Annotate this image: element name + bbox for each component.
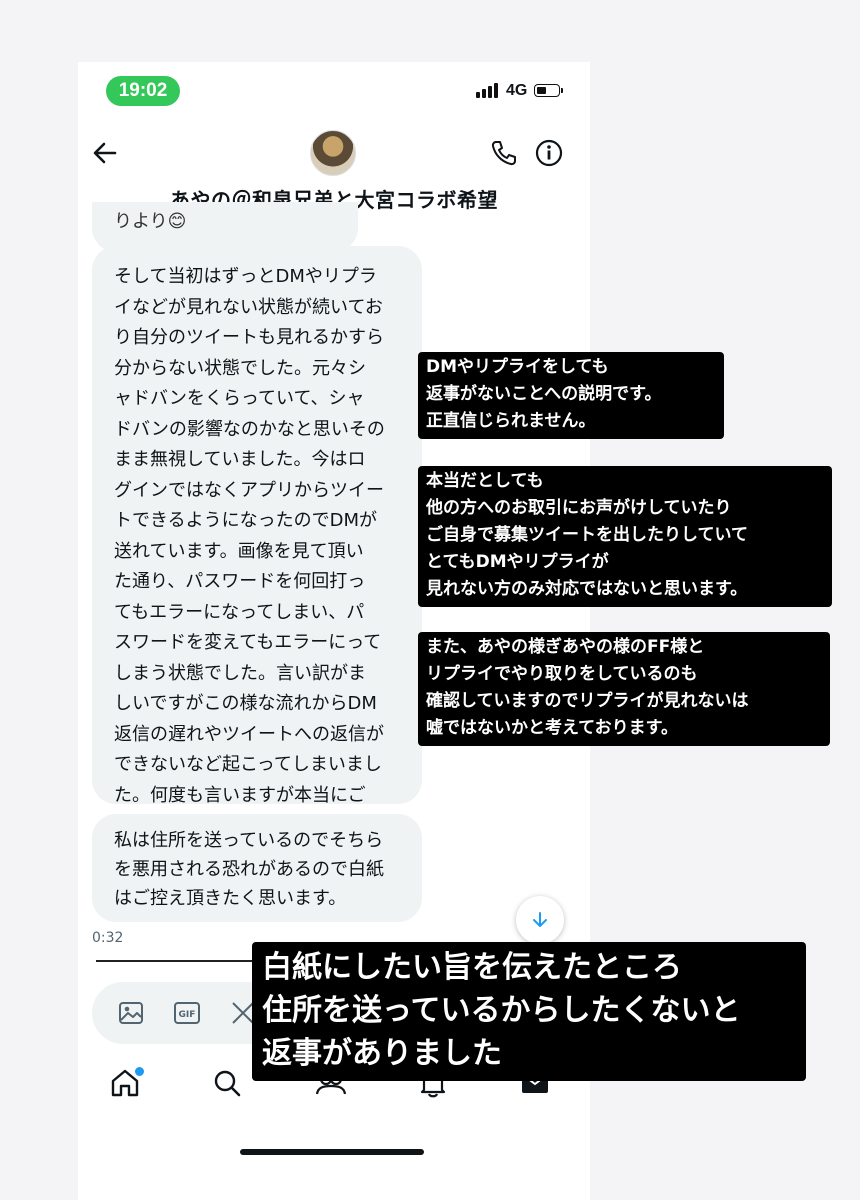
- back-arrow-icon[interactable]: [90, 138, 120, 168]
- message-timestamp: 0:32: [92, 930, 124, 946]
- annotation-note: 白紙にしたい旨を伝えたところ 住所を送っているからしたくないと 返事がありました: [252, 942, 806, 1081]
- message-bubble[interactable]: 私は住所を送っているのでそちら を悪用される恐れがあるので白紙 はご控え頂きたく…: [92, 814, 422, 922]
- notification-dot: [134, 1066, 145, 1077]
- gif-icon[interactable]: GIF: [172, 998, 202, 1028]
- status-time: 19:02: [106, 76, 180, 106]
- scroll-to-bottom-button[interactable]: [516, 896, 564, 944]
- network-type: 4G: [506, 82, 528, 99]
- avatar[interactable]: [310, 130, 356, 176]
- annotation-note: 本当だとしても 他の方へのお取引にお声がけしていたり ご自身で募集ツイートを出し…: [418, 466, 832, 607]
- info-icon[interactable]: [534, 138, 564, 168]
- battery-icon: [534, 84, 563, 97]
- annotation-note: また、あやの様ぎあやの様のFF様と リプライでやり取りをしているのも 確認してい…: [418, 632, 830, 746]
- divider: [96, 960, 271, 962]
- svg-text:GIF: GIF: [179, 1010, 196, 1020]
- phone-call-icon[interactable]: [489, 138, 519, 168]
- message-bubble[interactable]: そして当初はずっとDMやリプラ イなどが見れない状態が続いてお り自分のツイート…: [92, 246, 422, 867]
- image-icon[interactable]: [116, 998, 146, 1028]
- signal-icon: [476, 82, 498, 98]
- annotation-note: DMやリプライをしても 返事がないことへの説明です。 正直信じられません。: [418, 352, 724, 439]
- home-indicator: [240, 1149, 424, 1155]
- message-bubble-partial: りより😊: [92, 202, 358, 252]
- search-icon[interactable]: [210, 1066, 244, 1100]
- arrow-down-icon: [533, 912, 547, 927]
